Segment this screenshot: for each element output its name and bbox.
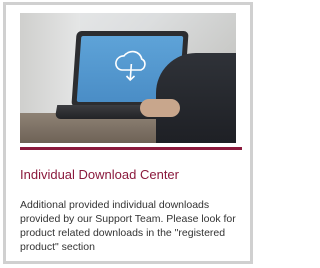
accent-divider (20, 147, 242, 150)
cloud-download-icon (115, 50, 146, 82)
person-silhouette (156, 53, 236, 143)
hand (140, 99, 180, 117)
card-title[interactable]: Individual Download Center (20, 167, 246, 183)
card-description: Additional provided individual downloads… (20, 199, 236, 253)
download-center-card[interactable]: Individual Download Center Additional pr… (3, 2, 253, 264)
card-hero-image[interactable] (20, 13, 236, 143)
